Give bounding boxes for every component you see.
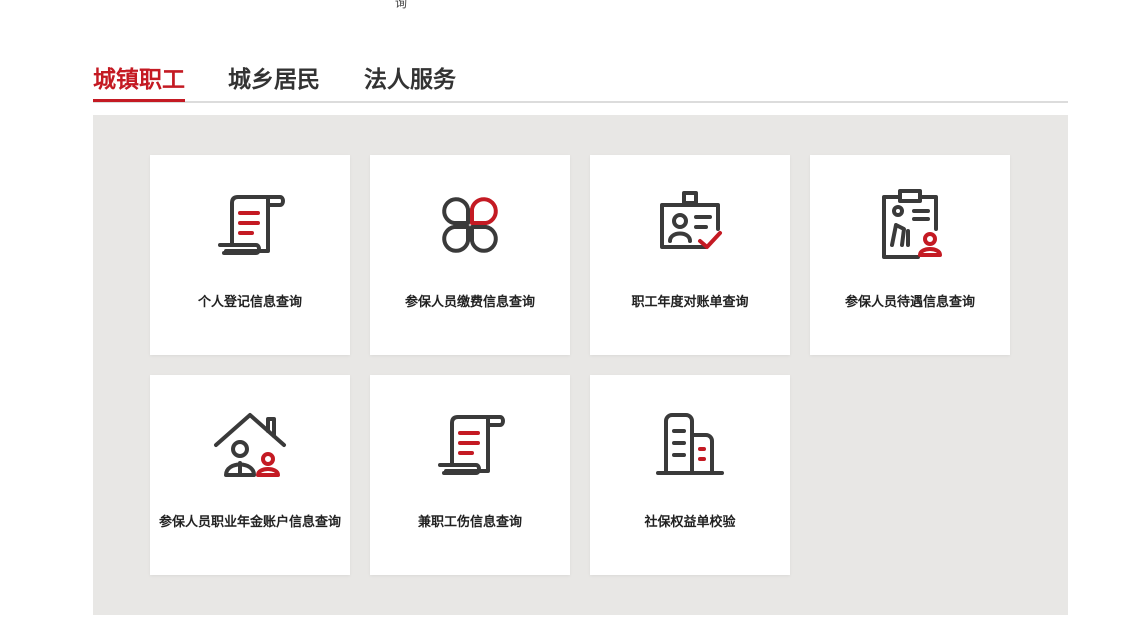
document-scroll-icon	[430, 405, 510, 485]
document-scroll-icon	[210, 185, 290, 265]
category-tabs: 城镇职工 城乡居民 法人服务	[93, 62, 1068, 103]
tab-urban-rural-resident[interactable]: 城乡居民	[228, 62, 320, 99]
card-label: 社保权益单校验	[644, 515, 736, 530]
tab-urban-employee[interactable]: 城镇职工	[93, 62, 185, 102]
buildings-icon	[650, 405, 730, 485]
service-panel: 个人登记信息查询 参保人员缴费信息查询 职工年度对账单查询 参保人员待遇信息查询…	[93, 115, 1068, 615]
tab-legal-entity-service[interactable]: 法人服务	[364, 62, 456, 99]
card-label: 参保人员缴费信息查询	[404, 295, 535, 310]
house-people-icon	[210, 405, 290, 485]
card-label: 兼职工伤信息查询	[417, 515, 522, 530]
card-personal-registration-query[interactable]: 个人登记信息查询	[150, 155, 350, 355]
card-contribution-query[interactable]: 参保人员缴费信息查询	[370, 155, 570, 355]
card-part-time-injury-query[interactable]: 兼职工伤信息查询	[370, 375, 570, 575]
card-rights-verification[interactable]: 社保权益单校验	[590, 375, 790, 575]
card-occupational-annuity-query[interactable]: 参保人员职业年金账户信息查询	[150, 375, 350, 575]
id-card-check-icon	[650, 185, 730, 265]
card-label: 参保人员职业年金账户信息查询	[158, 515, 341, 530]
card-label: 个人登记信息查询	[197, 295, 302, 310]
clipboard-elderly-icon	[870, 185, 950, 265]
page: 询 城镇职工 城乡居民 法人服务 个人登记信息查询 参保人员缴费信息查询 职工年…	[0, 0, 1135, 633]
top-text-fragment: 询	[395, 0, 408, 10]
card-label: 参保人员待遇信息查询	[844, 295, 975, 310]
card-label: 职工年度对账单查询	[631, 295, 749, 310]
card-benefit-query[interactable]: 参保人员待遇信息查询	[810, 155, 1010, 355]
card-annual-statement-query[interactable]: 职工年度对账单查询	[590, 155, 790, 355]
clover-icon	[430, 185, 510, 265]
